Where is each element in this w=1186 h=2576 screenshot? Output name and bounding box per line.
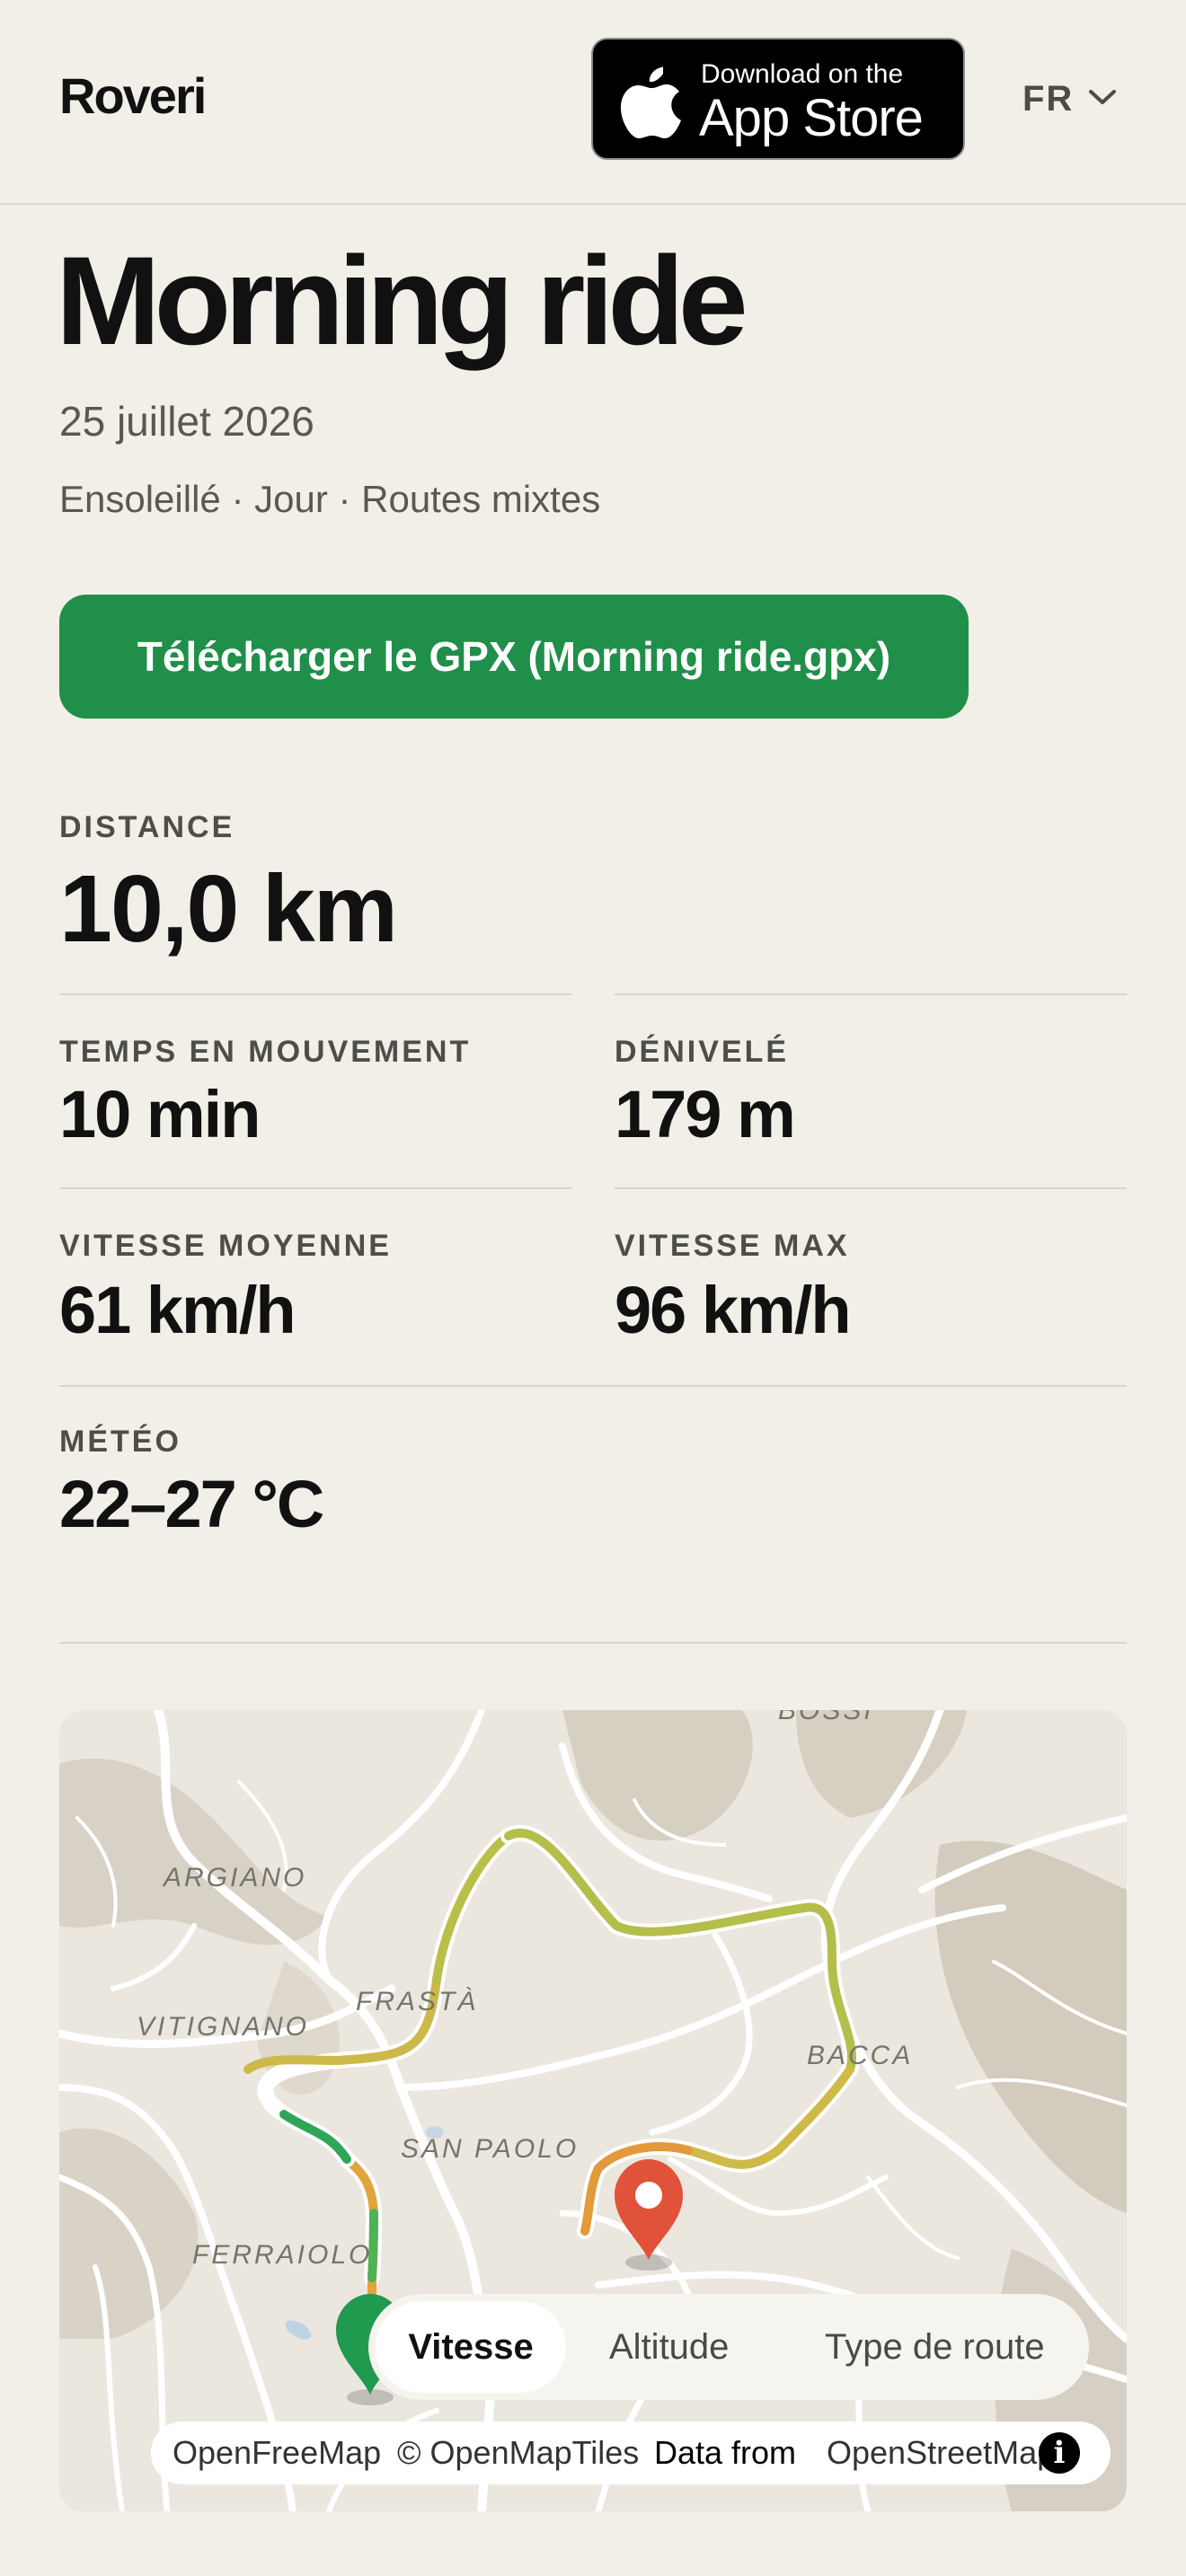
ride-date: 25 juillet 2026 xyxy=(59,398,314,445)
avg-speed-value: 61 km/h xyxy=(59,1273,296,1347)
attribution-openfreemap[interactable]: OpenFreeMap xyxy=(173,2422,381,2484)
moving-time-label: TEMPS EN MOUVEMENT xyxy=(59,1035,472,1069)
chevron-down-icon xyxy=(1089,90,1116,104)
divider xyxy=(59,1642,1127,1644)
tab-road-type[interactable]: Type de route xyxy=(825,2294,1045,2400)
route-map[interactable]: BOSSI ARGIANO FRASTÀ VITIGNANO BACCA SAN… xyxy=(59,1710,1127,2511)
top-bar: Roveri Download on the App Store FR xyxy=(0,0,1186,205)
avg-speed-label: VITESSE MOYENNE xyxy=(59,1229,392,1263)
elevation-value: 179 m xyxy=(615,1077,796,1151)
elevation-label: DÉNIVELÉ xyxy=(615,1035,790,1069)
attribution-openstreetmap[interactable]: OpenStreetMap xyxy=(827,2422,1055,2484)
divider xyxy=(615,993,1127,995)
attribution-openmaptiles[interactable]: © OpenMapTiles xyxy=(397,2422,639,2484)
max-speed-label: VITESSE MAX xyxy=(615,1229,850,1263)
place-label: BOSSI xyxy=(778,1710,874,1725)
weather-label: MÉTÉO xyxy=(59,1425,181,1459)
distance-value: 10,0 km xyxy=(59,856,398,962)
map-attribution: OpenFreeMap © OpenMapTiles Data from Ope… xyxy=(151,2422,1111,2484)
map-mode-tabs: Vitesse Altitude Type de route xyxy=(368,2294,1089,2400)
language-selector[interactable]: FR xyxy=(1022,79,1116,119)
tab-speed[interactable]: Vitesse xyxy=(376,2301,566,2393)
max-speed-value: 96 km/h xyxy=(615,1273,852,1347)
divider xyxy=(59,993,571,995)
divider xyxy=(59,1187,571,1189)
attribution-data-from: Data from xyxy=(654,2434,797,2471)
app-store-badge[interactable]: Download on the App Store xyxy=(591,38,965,160)
place-label: SAN PAOLO xyxy=(401,2134,580,2164)
place-label: ARGIANO xyxy=(164,1863,307,1892)
distance-label: DISTANCE xyxy=(59,810,235,844)
moving-time-value: 10 min xyxy=(59,1077,261,1151)
language-label: FR xyxy=(1022,79,1075,119)
app-store-big-text: App Store xyxy=(699,89,924,147)
place-label: BACCA xyxy=(807,2041,914,2070)
place-label: VITIGNANO xyxy=(137,2012,310,2042)
ride-conditions: Ensoleillé · Jour · Routes mixtes xyxy=(59,478,601,520)
place-label: FRASTÀ xyxy=(356,1987,479,2016)
place-label: FERRAIOLO xyxy=(192,2240,373,2270)
apple-icon xyxy=(620,66,681,138)
page-title: Morning ride xyxy=(56,230,748,371)
weather-value: 22–27 °C xyxy=(59,1467,324,1541)
app-store-small-text: Download on the xyxy=(701,59,904,89)
download-gpx-button[interactable]: Télécharger le GPX (Morning ride.gpx) xyxy=(59,595,969,719)
divider xyxy=(59,1385,1127,1387)
divider xyxy=(615,1187,1127,1189)
tab-altitude[interactable]: Altitude xyxy=(609,2294,729,2400)
info-icon[interactable]: i xyxy=(1039,2432,1080,2474)
brand-logo[interactable]: Roveri xyxy=(59,66,207,125)
